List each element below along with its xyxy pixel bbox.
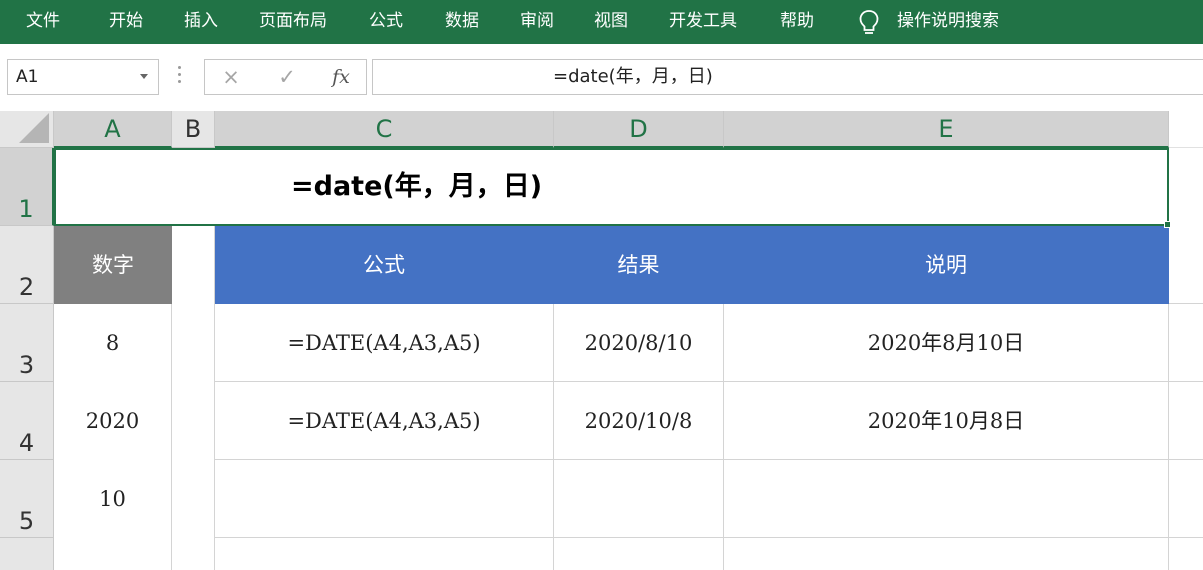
- tab-insert[interactable]: 插入: [184, 0, 218, 44]
- tab-home[interactable]: 开始: [109, 0, 143, 44]
- lightbulb-icon[interactable]: [858, 9, 880, 37]
- row-header-2[interactable]: 2: [0, 226, 54, 304]
- formula-cell[interactable]: =DATE(A4,A3,A5): [215, 382, 554, 460]
- formula-input[interactable]: =date(年，月，日): [372, 59, 1203, 95]
- table-cell[interactable]: [1169, 460, 1203, 538]
- select-all-button[interactable]: [0, 111, 54, 148]
- description-cell[interactable]: 2020年8月10日: [724, 304, 1169, 382]
- number-header-cell[interactable]: 数字: [54, 226, 172, 304]
- table-cell[interactable]: [554, 538, 724, 570]
- table-cell[interactable]: [215, 460, 554, 538]
- table-cell[interactable]: [54, 538, 172, 570]
- description-header-cell[interactable]: 说明: [724, 226, 1169, 304]
- formula-header-cell[interactable]: 公式: [215, 226, 554, 304]
- tab-data[interactable]: 数据: [445, 0, 479, 44]
- table-cell[interactable]: [724, 538, 1169, 570]
- row-header-3[interactable]: 3: [0, 304, 54, 382]
- chevron-down-icon[interactable]: [140, 74, 148, 79]
- table-cell[interactable]: [554, 460, 724, 538]
- row-header-5[interactable]: 5: [0, 460, 54, 538]
- tab-file[interactable]: 文件: [26, 0, 60, 44]
- enter-icon[interactable]: ✓: [267, 60, 307, 94]
- tab-formulas[interactable]: 公式: [369, 0, 403, 44]
- tab-developer[interactable]: 开发工具: [669, 0, 737, 44]
- result-cell[interactable]: 2020/10/8: [554, 382, 724, 460]
- column-header-f[interactable]: [1169, 111, 1203, 148]
- title-formula-text: =date(年，月，日): [291, 171, 543, 202]
- result-header-cell[interactable]: 结果: [554, 226, 724, 304]
- column-header-a[interactable]: A: [54, 111, 172, 148]
- description-cell[interactable]: 2020年10月8日: [724, 382, 1169, 460]
- tab-help[interactable]: 帮助: [780, 0, 814, 44]
- drag-handle-icon[interactable]: [178, 66, 182, 84]
- insert-function-icon[interactable]: fx: [321, 60, 361, 94]
- column-b-cells[interactable]: [172, 226, 215, 570]
- tab-page-layout[interactable]: 页面布局: [259, 0, 327, 44]
- tab-view[interactable]: 视图: [594, 0, 628, 44]
- cancel-icon[interactable]: ×: [211, 60, 251, 94]
- row-header-4[interactable]: 4: [0, 382, 54, 460]
- table-cell[interactable]: [1169, 304, 1203, 382]
- merged-title-cell[interactable]: =date(年，月，日): [54, 148, 1169, 226]
- number-cell[interactable]: 2020: [54, 382, 172, 460]
- formula-bar-area: A1 × ✓ fx =date(年，月，日): [0, 44, 1203, 110]
- formula-cell[interactable]: =DATE(A4,A3,A5): [215, 304, 554, 382]
- tell-me-search[interactable]: 操作说明搜索: [897, 0, 999, 44]
- column-header-e[interactable]: E: [724, 111, 1169, 148]
- table-cell[interactable]: [724, 460, 1169, 538]
- number-cell[interactable]: 10: [54, 460, 172, 538]
- row-header-1[interactable]: 1: [0, 148, 54, 226]
- column-header-b[interactable]: B: [172, 111, 215, 148]
- column-header-c[interactable]: C: [215, 111, 554, 148]
- column-header-d[interactable]: D: [554, 111, 724, 148]
- table-cell[interactable]: [215, 538, 554, 570]
- ribbon-tab-bar: 文件 开始 插入 页面布局 公式 数据 审阅 视图 开发工具 帮助 操作说明搜索: [0, 0, 1203, 44]
- fill-handle[interactable]: [1164, 221, 1171, 228]
- table-cell[interactable]: [1169, 382, 1203, 460]
- formula-text: =date(年，月，日): [553, 66, 713, 87]
- formula-buttons: × ✓ fx: [204, 59, 367, 95]
- row-header-6[interactable]: [0, 538, 54, 570]
- name-box-value: A1: [16, 67, 39, 87]
- number-cell[interactable]: 8: [54, 304, 172, 382]
- result-cell[interactable]: 2020/8/10: [554, 304, 724, 382]
- table-cell[interactable]: [1169, 226, 1203, 304]
- name-box[interactable]: A1: [7, 59, 159, 95]
- tab-review[interactable]: 审阅: [520, 0, 554, 44]
